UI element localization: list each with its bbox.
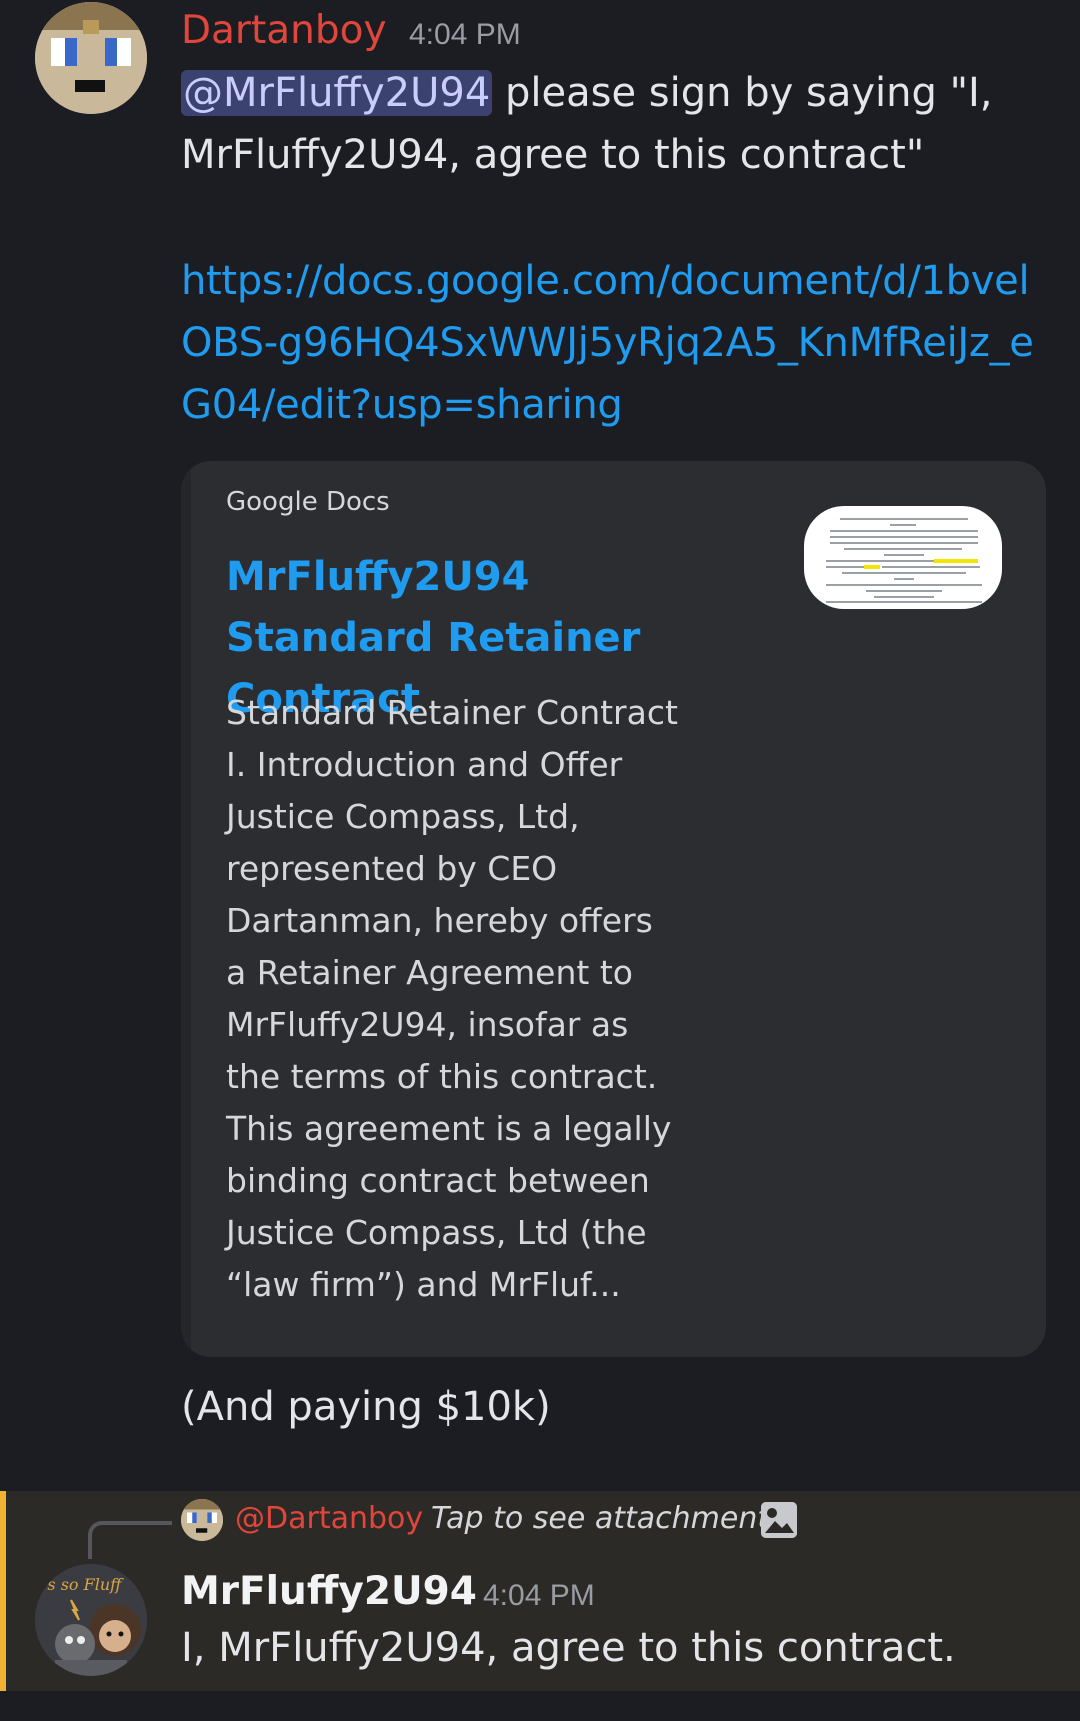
embed-description-line: binding contract between <box>226 1161 650 1200</box>
embed-provider[interactable]: Google Docs <box>226 487 390 517</box>
message-text: @MrFluffy2U94 please sign by saying "I, … <box>181 62 1041 186</box>
mrfluffy-avatar[interactable]: 's so Fluff <box>35 1564 147 1676</box>
link-embed: Google Docs MrFluffy2U94 Standard Retain… <box>181 461 1046 1357</box>
embed-description-line: Standard Retainer Contract <box>226 693 678 732</box>
reply-author[interactable]: @Dartanboy <box>235 1501 423 1536</box>
document-thumbnail[interactable] <box>804 506 1002 609</box>
author-name[interactable]: Dartanboy <box>181 8 387 53</box>
google-docs-link[interactable]: https://docs.google.com/document/d/1bvel… <box>181 250 1041 436</box>
embed-description-line: a Retainer Agreement to <box>226 953 633 992</box>
embed-description-line: This agreement is a legally <box>226 1109 672 1148</box>
embed-accent-bar <box>181 461 191 1357</box>
fluffy-avatar-icon: 's so Fluff <box>35 1564 147 1676</box>
image-icon <box>761 1502 797 1538</box>
message-mrfluffy: @Dartanboy Tap to see attachment 's so F… <box>0 1491 1080 1691</box>
embed-description-line: represented by CEO <box>226 849 558 888</box>
embed-description-line: Justice Compass, Ltd (the <box>226 1213 647 1252</box>
embed-description-line: Dartanman, hereby offers <box>226 901 653 940</box>
embed-description-line: MrFluffy2U94, insofar as <box>226 1005 629 1044</box>
timestamp: 4:04 PM <box>409 18 521 51</box>
followup-text: (And paying $10k) <box>181 1384 551 1430</box>
reply-avatar[interactable] <box>181 1499 223 1541</box>
pixel-face-icon <box>181 1499 223 1541</box>
embed-description-line: I. Introduction and Offer <box>226 745 623 784</box>
user-mention[interactable]: @MrFluffy2U94 <box>181 70 493 116</box>
author-name[interactable]: MrFluffy2U94 <box>181 1569 477 1614</box>
timestamp: 4:04 PM <box>483 1579 595 1612</box>
reply-preview-text[interactable]: Tap to see attachment <box>431 1501 769 1536</box>
avatar-text: 's so Fluff <box>43 1575 124 1594</box>
mention-highlight-bar <box>0 1491 6 1691</box>
embed-description-line: “law firm”) and MrFluf... <box>226 1265 621 1304</box>
embed-description: Standard Retainer Contract I. Introducti… <box>226 687 746 1311</box>
message-text: I, MrFluffy2U94, agree to this contract. <box>181 1625 956 1671</box>
dartanboy-avatar[interactable] <box>35 2 147 114</box>
embed-description-line: the terms of this contract. <box>226 1057 658 1096</box>
reply-connector <box>88 1521 172 1559</box>
message-dartanboy: Dartanboy 4:04 PM @MrFluffy2U94 please s… <box>0 0 1080 1490</box>
pixel-face-icon <box>35 2 147 114</box>
embed-description-line: Justice Compass, Ltd, <box>226 797 580 836</box>
